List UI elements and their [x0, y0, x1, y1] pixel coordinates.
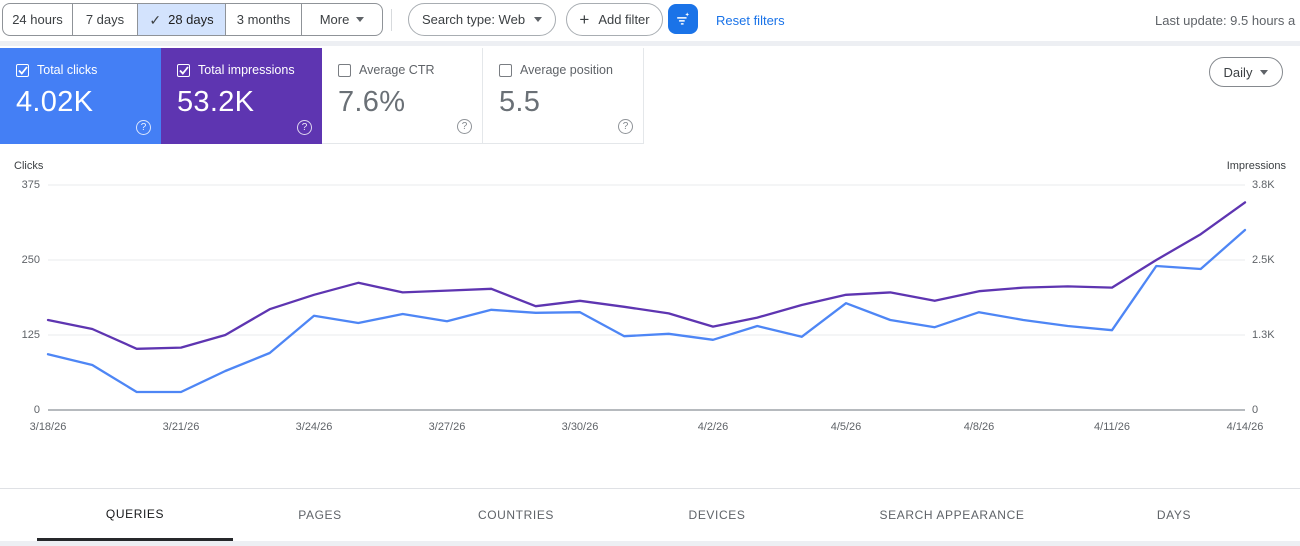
date-range-3-months[interactable]: 3 months — [226, 4, 302, 35]
date-range-label: More — [319, 12, 350, 27]
search-console-performance-page: 24 hours 7 days ✓ 28 days 3 months More Searc… — [0, 0, 1300, 546]
checkbox-checked-icon[interactable] — [16, 63, 29, 77]
toolbar-divider — [391, 9, 392, 31]
tab-countries[interactable]: COUNTRIES — [418, 489, 614, 541]
help-icon[interactable]: ? — [136, 120, 151, 135]
chart-canvas — [46, 184, 1247, 411]
metric-card-average-ctr[interactable]: Average CTR 7.6%? — [322, 48, 483, 144]
reset-filters-link[interactable]: Reset filters — [716, 0, 785, 41]
checkbox-unchecked-icon[interactable] — [499, 63, 512, 77]
performance-chart[interactable]: Clicks Impressions 375 3.8K 250 2.5K 125 1.3K… — [0, 148, 1300, 448]
x-axis-tick: 4/5/26 — [830, 421, 862, 433]
chevron-down-icon — [534, 17, 543, 22]
right-axis-tick: 0 — [1252, 404, 1259, 416]
metric-card-value: 5.5 — [499, 86, 541, 118]
tab-label: COUNTRIES — [477, 508, 555, 522]
tab-days[interactable]: DAYS — [1076, 489, 1272, 541]
metric-card-value: 7.6% — [338, 86, 406, 118]
metric-card-label: Average CTR — [359, 63, 435, 77]
add-filter-label: Add filter — [598, 12, 650, 27]
metric-card-label: Average position — [520, 63, 613, 77]
help-icon[interactable]: ? — [297, 120, 312, 135]
metric-card-label: Total clicks — [37, 63, 98, 77]
left-axis-tick: 250 — [21, 254, 40, 266]
tab-label: SEARCH APPEARANCE — [879, 508, 1025, 522]
checkbox-unchecked-icon[interactable] — [338, 63, 351, 77]
x-axis-tick: 3/21/26 — [162, 421, 200, 433]
plus-icon: + — [579, 9, 590, 29]
granularity-dropdown[interactable]: Daily — [1209, 57, 1283, 87]
right-axis-tick: 3.8K — [1252, 179, 1275, 191]
date-range-28-days[interactable]: ✓ 28 days — [138, 4, 226, 35]
tab-pages[interactable]: PAGES — [222, 489, 418, 541]
chevron-down-icon — [356, 17, 365, 22]
filter-tune-button[interactable] — [668, 4, 698, 34]
chevron-down-icon — [1260, 69, 1269, 75]
tune-sparkle-icon — [677, 12, 690, 25]
date-range-label: 28 days — [168, 12, 214, 27]
left-axis-tick: 375 — [21, 179, 40, 191]
x-axis-tick: 4/2/26 — [697, 421, 729, 433]
last-update-text: Last update: 9.5 hours a — [1155, 13, 1296, 28]
search-type-label: Search type: Web — [421, 12, 526, 27]
metric-card-value: 53.2K — [177, 86, 255, 118]
metric-card-total-clicks[interactable]: Total clicks 4.02K? — [0, 48, 161, 144]
x-axis-tick: 3/30/26 — [561, 421, 599, 433]
x-axis-tick: 4/8/26 — [963, 421, 995, 433]
metric-card-value: 4.02K — [16, 86, 94, 118]
filter-toolbar: 24 hours 7 days ✓ 28 days 3 months More Searc… — [0, 0, 1300, 41]
tab-label: DAYS — [1156, 508, 1192, 522]
checkbox-checked-icon[interactable] — [177, 63, 190, 77]
granularity-label: Daily — [1223, 64, 1253, 80]
right-axis-tick: 2.5K — [1252, 254, 1275, 266]
left-axis-tick: 125 — [21, 329, 40, 341]
help-icon[interactable]: ? — [618, 119, 633, 134]
x-axis-tick: 3/24/26 — [295, 421, 333, 433]
date-range-label: 7 days — [85, 12, 125, 27]
performance-panel: Total clicks 4.02K? Total impressions 53.2K… — [0, 46, 1300, 541]
x-axis-tick: 4/14/26 — [1226, 421, 1264, 433]
check-icon: ✓ — [149, 11, 162, 28]
tab-search-appearance[interactable]: SEARCH APPEARANCE — [854, 489, 1050, 541]
right-axis-tick: 1.3K — [1252, 329, 1275, 341]
date-range-more[interactable]: More — [302, 4, 382, 35]
tab-devices[interactable]: DEVICES — [619, 489, 815, 541]
dimension-tabs: QUERIES PAGES COUNTRIES DEVICES SEARCH APPEA… — [0, 488, 1300, 541]
date-range-7-days[interactable]: 7 days — [73, 4, 138, 35]
x-axis-tick: 3/18/26 — [29, 421, 67, 433]
tab-label: DEVICES — [688, 508, 746, 522]
date-range-label: 3 months — [236, 12, 291, 27]
tab-label: QUERIES — [105, 506, 165, 521]
date-range-24-hours[interactable]: 24 hours — [3, 4, 73, 35]
metric-card-average-position[interactable]: Average position 5.5? — [483, 48, 644, 144]
left-axis-tick: 0 — [33, 404, 40, 416]
add-filter-button[interactable]: + Add filter — [566, 3, 663, 36]
metric-card-total-impressions[interactable]: Total impressions 53.2K? — [161, 48, 322, 144]
x-axis-tick: 4/11/26 — [1094, 421, 1130, 433]
metric-card-label: Total impressions — [198, 63, 295, 77]
help-icon[interactable]: ? — [457, 119, 472, 134]
x-axis-tick: 3/27/26 — [428, 421, 466, 433]
tab-queries[interactable]: QUERIES — [37, 489, 233, 541]
search-type-dropdown[interactable]: Search type: Web — [408, 3, 556, 36]
date-range-label: 24 hours — [12, 12, 63, 27]
date-range-group: 24 hours 7 days ✓ 28 days 3 months More — [2, 3, 383, 36]
tab-label: PAGES — [298, 508, 342, 522]
